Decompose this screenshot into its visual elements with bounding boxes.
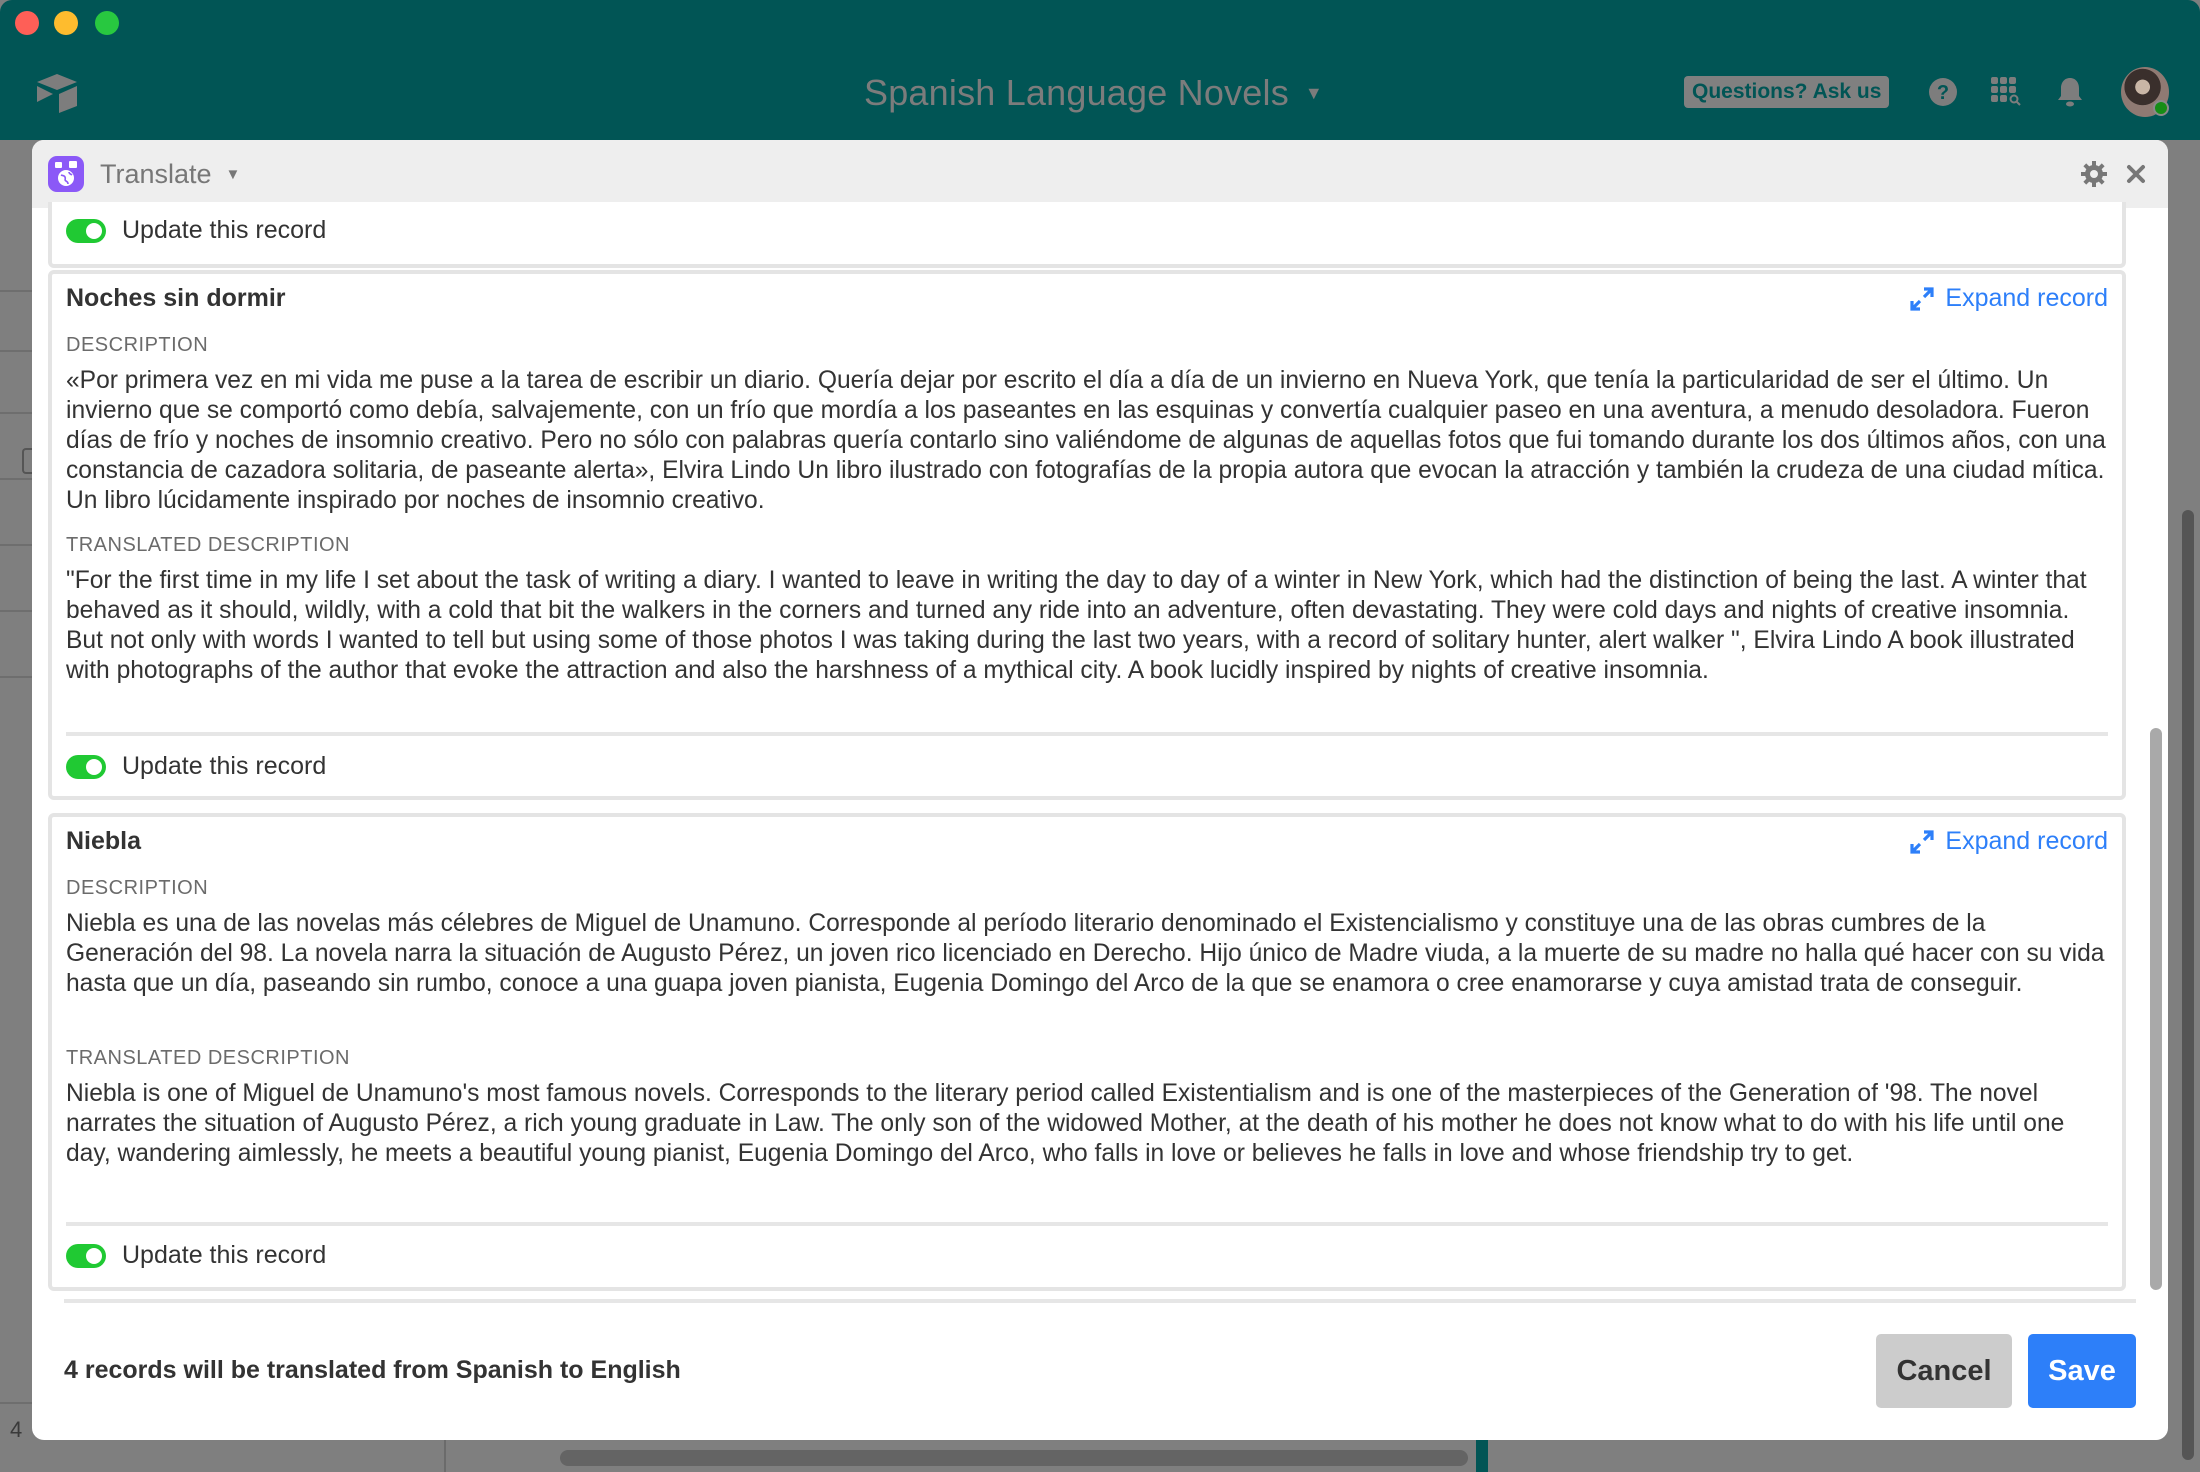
block-name-dropdown[interactable]: Translate ▼ [100, 156, 240, 192]
apps-search-icon[interactable] [1988, 74, 2024, 110]
translated-description-text: "For the first time in my life I set abo… [66, 567, 2087, 684]
block-name: Translate [100, 158, 212, 189]
airtable-logo-icon[interactable] [33, 72, 81, 114]
base-title-dropdown[interactable]: Spanish Language Novels ▼ [864, 70, 1323, 116]
translated-description-label: TRANSLATED DESCRIPTION [66, 534, 350, 556]
translation-summary: 4 records will be translated from Spanis… [64, 1356, 681, 1384]
description-label: DESCRIPTION [66, 334, 209, 356]
update-record-label: Update this record [122, 216, 327, 244]
online-status-indicator [2153, 100, 2169, 116]
background-grid: 4 [0, 140, 36, 1472]
description-text: «Por primera vez en mi vida me puse a la… [66, 367, 2106, 514]
update-record-toggle-row[interactable]: Update this record [66, 216, 326, 245]
grid-vertical-scrollbar[interactable] [2182, 510, 2194, 1460]
update-record-label: Update this record [122, 1241, 327, 1269]
caret-down-icon: ▼ [225, 165, 241, 183]
record-card: Niebla Expand record DESCRIPTION Niebla … [48, 813, 2126, 1291]
window-zoom-button[interactable] [95, 11, 119, 35]
cancel-button[interactable]: Cancel [1876, 1334, 2012, 1408]
ask-us-button[interactable]: Questions? Ask us [1684, 76, 1890, 108]
window-close-button[interactable] [15, 11, 39, 35]
card-divider [66, 1222, 2108, 1226]
close-icon[interactable] [2122, 160, 2150, 188]
expand-record-label: Expand record [1945, 284, 2108, 312]
grid-column-divider [444, 1440, 446, 1472]
record-card: Noches sin dormir Expand record DESCRIPT… [48, 270, 2126, 800]
svg-text:?: ? [1937, 82, 1949, 104]
expand-icon [1910, 829, 1934, 854]
expand-record-link[interactable]: Expand record [1909, 284, 2108, 313]
footer-divider [64, 1299, 2136, 1303]
description-label: DESCRIPTION [66, 877, 209, 899]
records-list[interactable]: Update this record Noches sin dormir Exp… [32, 202, 2168, 1440]
grid-column-highlight [1476, 1440, 1488, 1472]
base-title: Spanish Language Novels [864, 72, 1289, 113]
app-header: Spanish Language Novels ▼ Questions? Ask… [0, 0, 2200, 140]
update-record-toggle[interactable] [66, 218, 106, 243]
grid-horizontal-scrollbar[interactable] [560, 1450, 1468, 1466]
expand-record-link[interactable]: Expand record [1909, 827, 2108, 856]
dialog-scrollbar[interactable] [2150, 728, 2162, 1290]
translated-description-text: Niebla is one of Miguel de Unamuno's mos… [66, 1080, 2065, 1167]
record-title: Noches sin dormir [66, 284, 286, 312]
caret-down-icon: ▼ [1304, 82, 1323, 103]
help-icon[interactable]: ? [1925, 74, 1961, 110]
translated-description-label: TRANSLATED DESCRIPTION [66, 1047, 350, 1069]
window-minimize-button[interactable] [54, 11, 78, 35]
description-text: Niebla es una de las novelas más célebre… [66, 910, 2105, 997]
translate-block-dialog: Translate ▼ Update this record Noches si… [32, 140, 2168, 1440]
gear-icon[interactable] [2080, 160, 2108, 188]
record-count: 4 [10, 1417, 23, 1442]
translate-block-icon [48, 156, 84, 192]
update-record-label: Update this record [122, 752, 327, 780]
expand-record-label: Expand record [1945, 827, 2108, 855]
update-record-toggle-row[interactable]: Update this record [66, 752, 326, 781]
update-record-toggle[interactable] [66, 754, 106, 779]
card-divider [66, 732, 2108, 736]
update-record-toggle-row[interactable]: Update this record [66, 1241, 326, 1270]
save-button[interactable]: Save [2028, 1334, 2136, 1408]
record-card: Update this record [48, 202, 2126, 268]
dialog-header: Translate ▼ [32, 140, 2168, 208]
expand-icon [1910, 286, 1934, 311]
record-title: Niebla [66, 827, 142, 855]
update-record-toggle[interactable] [66, 1243, 106, 1268]
bell-icon[interactable] [2052, 74, 2088, 110]
